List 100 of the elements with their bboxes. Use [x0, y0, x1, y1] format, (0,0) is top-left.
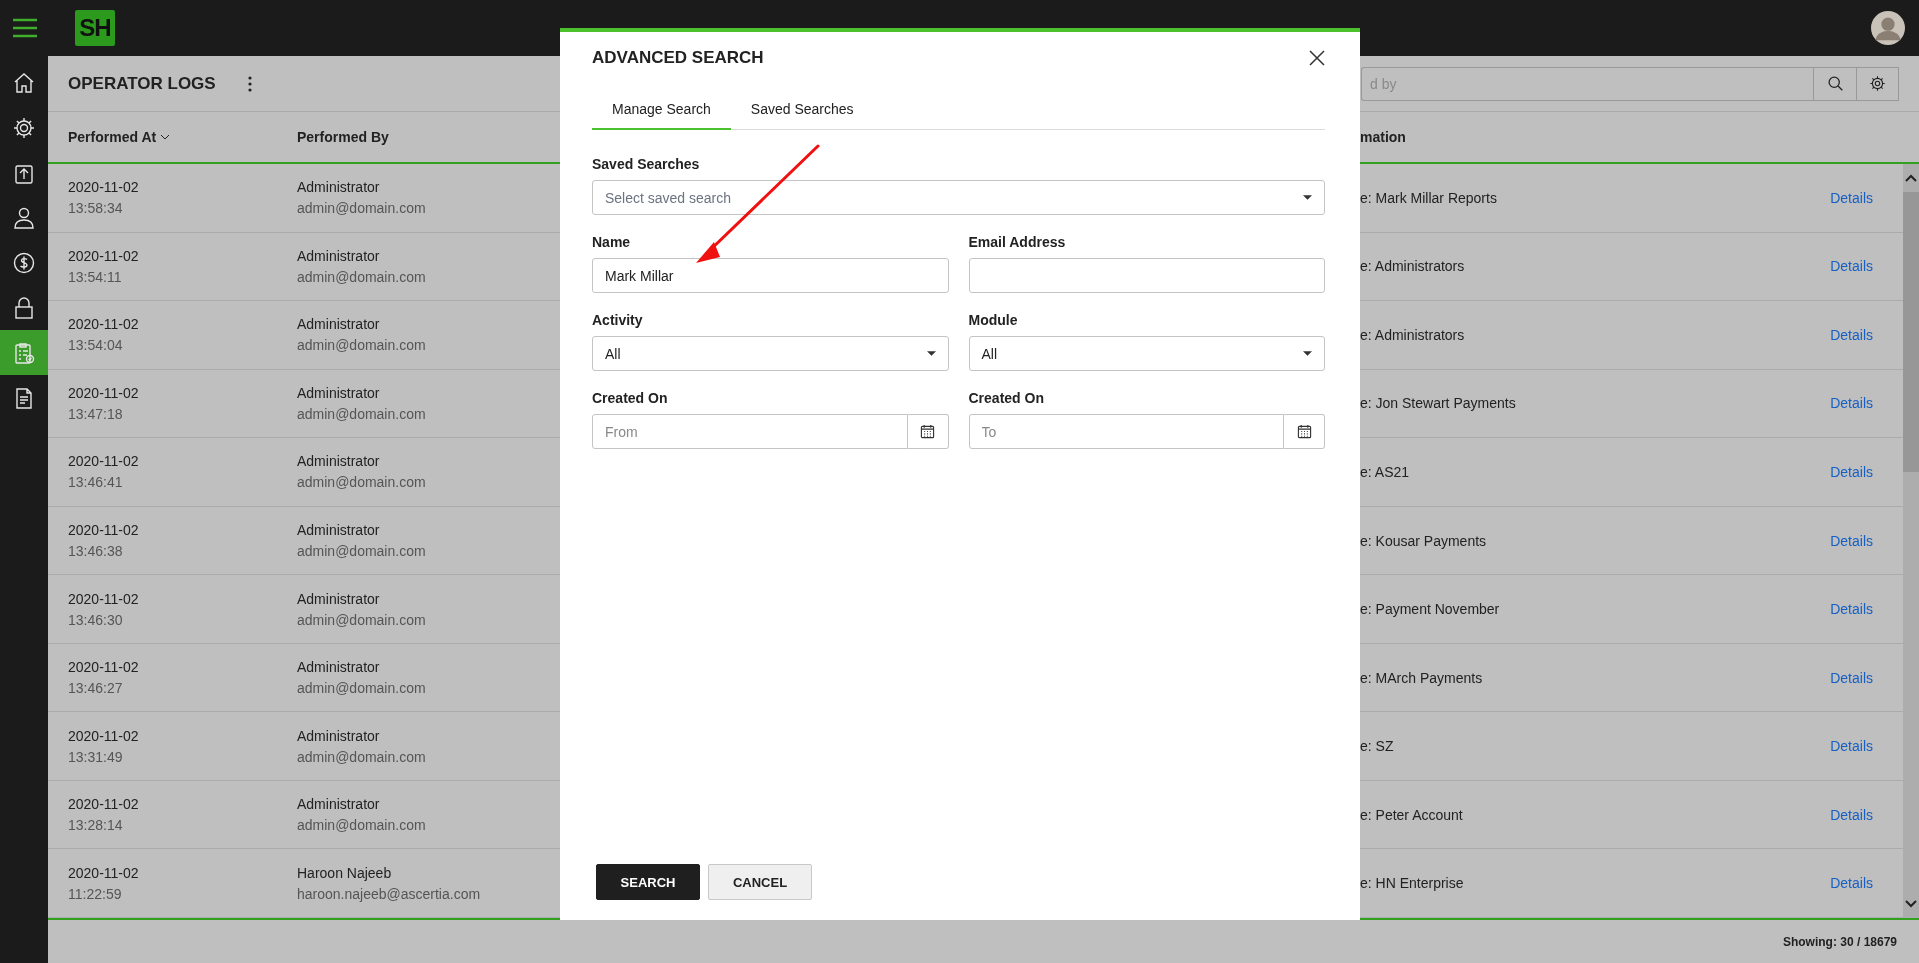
user-email: admin@domain.com [297, 200, 426, 217]
details-link[interactable]: Details [1830, 806, 1873, 823]
details-link[interactable]: Details [1830, 395, 1873, 412]
details-link[interactable]: Details [1830, 738, 1873, 755]
user-email: admin@domain.com [297, 405, 426, 422]
time-text: 13:46:41 [68, 474, 123, 491]
close-icon[interactable] [1308, 49, 1326, 67]
user-name: Administrator [297, 590, 380, 607]
settings-button[interactable] [1856, 66, 1899, 101]
details-link[interactable]: Details [1830, 532, 1873, 549]
more-options-icon[interactable] [247, 75, 252, 92]
information-text: e: HN Enterprise [1360, 875, 1464, 892]
page-title: OPERATOR LOGS [68, 73, 216, 94]
scroll-thumb[interactable] [1903, 192, 1919, 472]
time-text: 13:46:27 [68, 680, 123, 697]
date-field[interactable]: To [968, 414, 1284, 449]
clipboard-check-icon[interactable] [12, 340, 36, 365]
information-text: e: SZ [1360, 738, 1394, 755]
cancel-button[interactable]: CANCEL [708, 864, 812, 900]
time-text: 13:46:30 [68, 611, 123, 628]
date-text: 2020-11-02 [68, 522, 139, 538]
details-link[interactable]: Details [1830, 189, 1873, 206]
time-text: 13:28:14 [68, 817, 123, 834]
date-text: 2020-11-02 [68, 384, 139, 401]
date-text: 2020-11-02 [68, 590, 139, 607]
user-name: Haroon Najeeb [297, 864, 392, 881]
calendar-button[interactable] [1284, 414, 1325, 449]
column-header: Performed By [297, 129, 389, 145]
user-email: admin@domain.com [297, 268, 426, 285]
user-email: admin@domain.com [297, 680, 426, 697]
lock-icon[interactable] [12, 295, 36, 320]
user-email: admin@domain.com [297, 474, 426, 491]
dropdown[interactable]: Select saved search [592, 180, 1325, 215]
avatar-icon[interactable] [1871, 11, 1905, 45]
details-link[interactable]: Details [1830, 326, 1873, 343]
field-label: Saved Searches [592, 156, 701, 172]
user-name: Administrator [297, 796, 380, 813]
field-label: Name [592, 234, 632, 250]
user-name: Administrator [297, 659, 380, 676]
scroll-up-icon[interactable] [1905, 174, 1917, 182]
details-link[interactable]: Details [1830, 601, 1873, 618]
information-text: e: Administrators [1360, 258, 1465, 275]
scroll-down-icon[interactable] [1905, 900, 1917, 908]
user-name: Administrator [297, 522, 380, 538]
calendar-icon [920, 424, 935, 439]
input-field[interactable] [968, 258, 1325, 293]
date-text: 2020-11-02 [68, 864, 139, 881]
time-text: 13:58:34 [68, 200, 123, 217]
person-icon[interactable] [12, 205, 36, 230]
scrollbar[interactable] [1903, 164, 1919, 918]
field-label: Created On [968, 390, 1045, 406]
time-text: 13:54:11 [68, 268, 122, 285]
information-text: e: Payment November [1360, 601, 1500, 618]
field-label: Activity [592, 312, 644, 328]
date-field[interactable]: From [592, 414, 908, 449]
tab[interactable]: Manage Search [592, 92, 731, 130]
user-email: admin@domain.com [297, 543, 426, 559]
information-text: e: Mark Millar Reports [1360, 189, 1497, 206]
dropdown[interactable]: All [592, 336, 949, 371]
search-button[interactable]: SEARCH [596, 864, 700, 900]
time-text: 13:47:18 [68, 405, 123, 422]
time-text: 13:54:04 [68, 337, 123, 354]
user-email: admin@domain.com [297, 611, 426, 628]
user-name: Administrator [297, 384, 380, 401]
menu-icon[interactable] [12, 18, 38, 38]
details-link[interactable]: Details [1830, 463, 1873, 480]
column-header[interactable]: Performed At [68, 129, 157, 145]
field-label: Created On [592, 390, 669, 406]
details-link[interactable]: Details [1830, 669, 1873, 686]
caret-icon [1303, 351, 1312, 356]
caret-icon [1303, 195, 1312, 200]
user-name: Administrator [297, 247, 380, 264]
time-text: 13:31:49 [68, 748, 123, 765]
input-field[interactable]: Mark Millar [592, 258, 949, 293]
user-name: Administrator [297, 316, 380, 333]
logo: SH [75, 10, 115, 46]
date-text: 2020-11-02 [68, 316, 139, 333]
settings-icon[interactable] [1869, 75, 1886, 92]
user-name: Administrator [297, 727, 380, 744]
date-text: 2020-11-02 [68, 453, 139, 470]
calendar-button[interactable] [907, 414, 949, 449]
calendar-icon [1296, 424, 1312, 439]
search-button[interactable] [1813, 66, 1856, 101]
tab[interactable]: Saved Searches [730, 92, 874, 130]
details-link[interactable]: Details [1830, 258, 1873, 275]
user-name: Administrator [297, 179, 380, 196]
search-icon[interactable] [1826, 75, 1844, 92]
field-label: Email Address [968, 234, 1067, 250]
sort-caret-icon[interactable] [160, 134, 171, 140]
date-text: 2020-11-02 [68, 247, 139, 264]
details-link[interactable]: Details [1830, 875, 1873, 892]
dollar-icon[interactable] [12, 250, 36, 275]
dialog-title: ADVANCED SEARCH [592, 48, 764, 68]
caret-icon [926, 351, 936, 356]
record-count: Showing: 30 / 18679 [1782, 934, 1897, 949]
dropdown[interactable]: All [968, 336, 1325, 371]
information-text: e: AS21 [1360, 463, 1410, 480]
user-email: admin@domain.com [297, 337, 426, 354]
column-header: mation [1360, 129, 1406, 145]
information-text: e: Peter Account [1360, 806, 1463, 823]
